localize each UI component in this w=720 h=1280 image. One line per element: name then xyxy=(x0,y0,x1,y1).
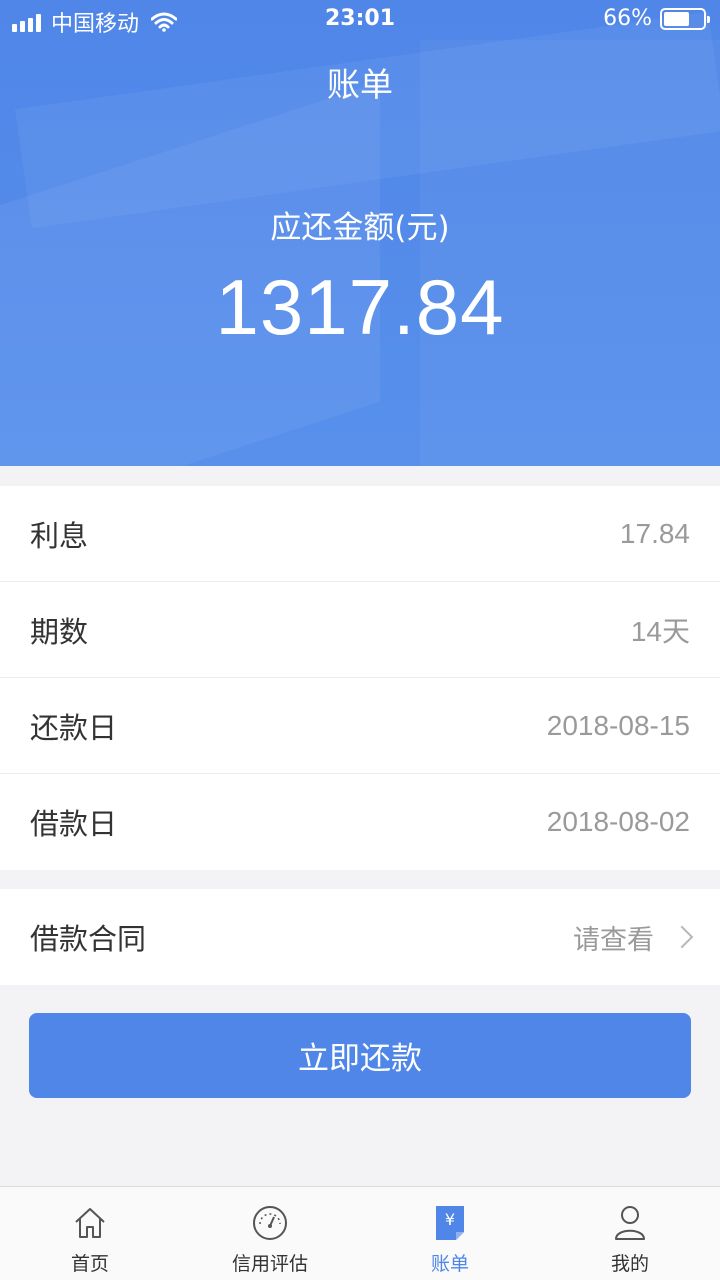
tab-bar: 首页 信用评估 ¥ 账单 我的 xyxy=(0,1186,720,1280)
battery-percent: 66% xyxy=(603,6,652,31)
detail-label: 利息 xyxy=(30,518,89,553)
contract-label: 借款合同 xyxy=(30,922,147,956)
detail-label: 期数 xyxy=(30,614,89,649)
user-icon xyxy=(615,1206,645,1240)
contract-row[interactable]: 借款合同 请查看 xyxy=(0,889,720,985)
detail-value: 17.84 xyxy=(619,517,690,549)
tab-label: 账单 xyxy=(430,1253,469,1275)
amount-label: 应还金额(元) xyxy=(270,210,450,246)
tab-label: 信用评估 xyxy=(231,1253,308,1275)
tab-bill[interactable]: ¥ 账单 xyxy=(360,1187,540,1280)
tab-credit-assessment[interactable]: 信用评估 xyxy=(180,1187,360,1280)
detail-row-repay-date: 还款日 2018-08-15 xyxy=(0,678,720,774)
contract-section: 借款合同 请查看 xyxy=(0,889,720,985)
detail-row-interest: 利息 17.84 xyxy=(0,486,720,582)
detail-row-loan-date: 借款日 2018-08-02 xyxy=(0,774,720,870)
page-title: 账单 xyxy=(327,65,393,104)
detail-label: 借款日 xyxy=(30,807,118,841)
tab-mine[interactable]: 我的 xyxy=(540,1187,720,1280)
home-icon xyxy=(75,1208,105,1238)
tab-home[interactable]: 首页 xyxy=(0,1187,180,1280)
detail-value: 14天 xyxy=(630,615,690,647)
detail-label: 还款日 xyxy=(30,710,118,745)
bill-icon: ¥ xyxy=(436,1206,464,1240)
contract-link[interactable]: 请查看 xyxy=(573,918,654,957)
chevron-right-icon xyxy=(670,925,694,949)
gauge-icon xyxy=(253,1206,287,1240)
amount-value: 1317.84 xyxy=(215,263,505,351)
tab-label: 我的 xyxy=(610,1253,649,1275)
header-banner: 中国移动 23:01 66% 账单 应还金额(元) 1317.84 xyxy=(0,0,720,466)
detail-value: 2018-08-02 xyxy=(546,806,690,837)
detail-value: 2018-08-15 xyxy=(546,709,690,741)
svg-text:¥: ¥ xyxy=(445,1210,455,1229)
battery-icon xyxy=(660,7,710,30)
status-bar: 中国移动 23:01 66% xyxy=(0,0,720,40)
tab-label: 首页 xyxy=(70,1253,109,1275)
detail-row-term: 期数 14天 xyxy=(0,582,720,678)
bill-details: 利息 17.84 期数 14天 还款日 2018-08-15 借款日 2018-… xyxy=(0,486,720,870)
repay-now-button[interactable]: 立即还款 xyxy=(29,1013,691,1098)
